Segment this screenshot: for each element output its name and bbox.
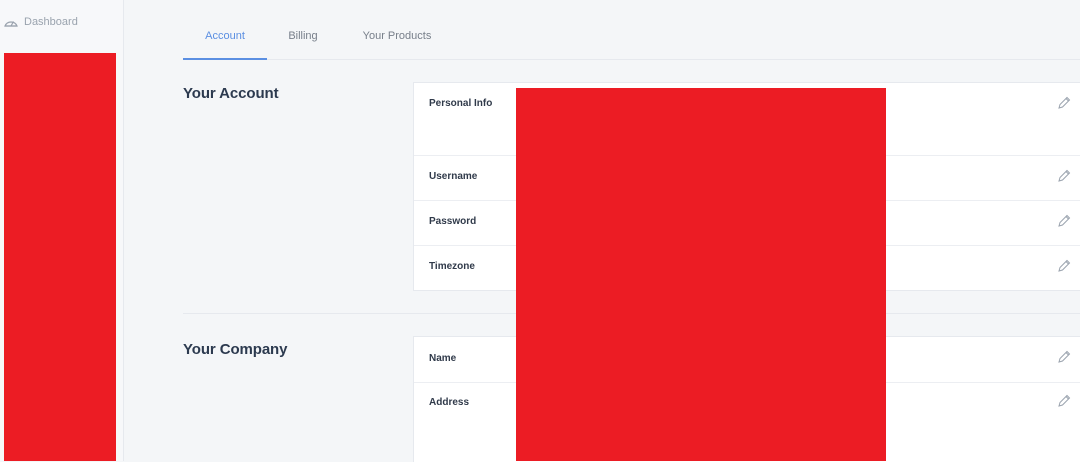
section-title-company: Your Company <box>183 341 288 358</box>
row-label: Timezone <box>429 261 475 272</box>
pencil-icon[interactable] <box>1056 393 1072 409</box>
sidebar: Dashboard <box>0 0 124 461</box>
tab-bar: Account Billing Your Products <box>183 0 1080 60</box>
pencil-icon[interactable] <box>1056 213 1072 229</box>
redaction-block <box>516 88 886 461</box>
tab-billing[interactable]: Billing <box>283 0 323 59</box>
pencil-icon[interactable] <box>1056 258 1072 274</box>
tab-account[interactable]: Account <box>183 0 267 60</box>
row-label: Personal Info <box>429 98 493 109</box>
section-title-account: Your Account <box>183 85 279 102</box>
sidebar-item-dashboard[interactable]: Dashboard <box>3 12 78 32</box>
row-label: Username <box>429 171 478 182</box>
pencil-icon[interactable] <box>1056 95 1072 111</box>
row-label: Password <box>429 216 477 227</box>
row-label: Address <box>429 397 470 408</box>
tab-your-products[interactable]: Your Products <box>361 0 433 59</box>
row-label: Name <box>429 353 457 364</box>
gauge-icon <box>3 15 19 29</box>
redaction-block <box>4 53 116 461</box>
sidebar-item-label: Dashboard <box>24 16 78 28</box>
pencil-icon[interactable] <box>1056 349 1072 365</box>
pencil-icon[interactable] <box>1056 168 1072 184</box>
